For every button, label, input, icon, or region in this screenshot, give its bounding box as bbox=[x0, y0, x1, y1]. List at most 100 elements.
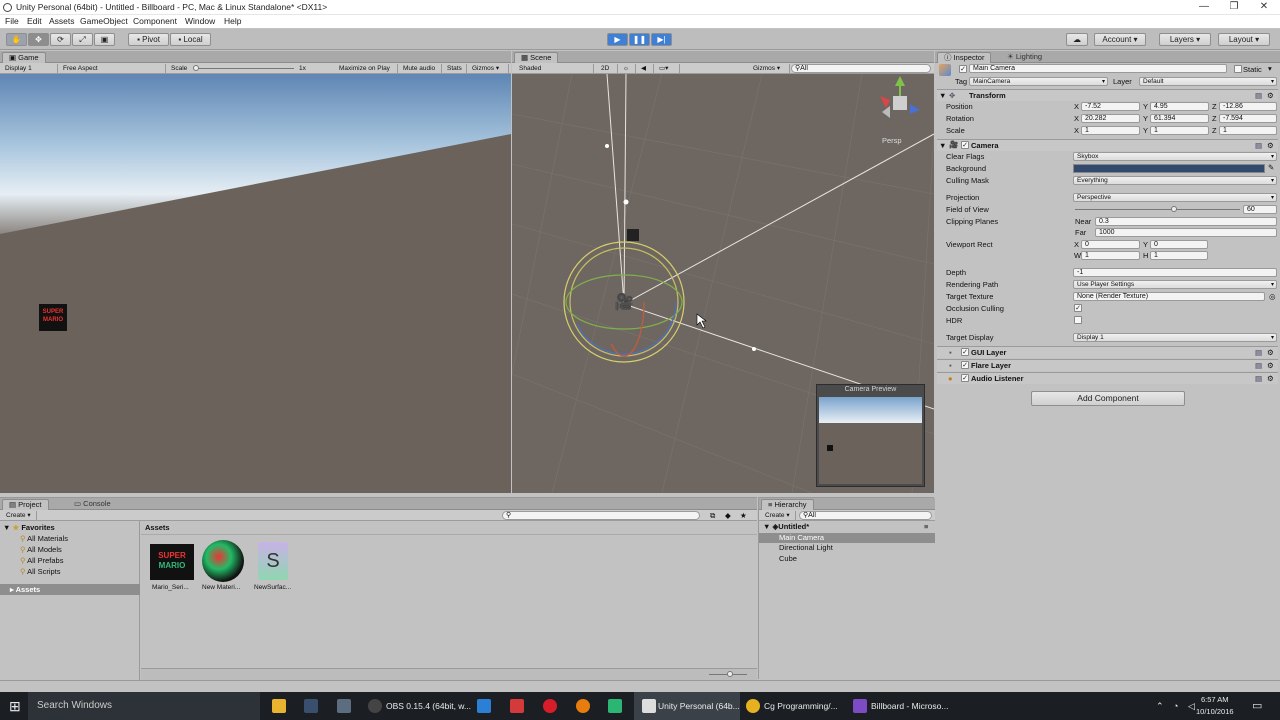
shading-dropdown[interactable]: Shaded bbox=[516, 64, 594, 73]
layout-dropdown[interactable]: Layout ▾ bbox=[1218, 33, 1270, 46]
scene-audio-icon[interactable]: ◀ bbox=[638, 64, 654, 73]
blender-icon[interactable] bbox=[576, 699, 590, 713]
viewport-h-field[interactable]: 1 bbox=[1150, 251, 1208, 260]
tag-dropdown[interactable]: MainCamera bbox=[969, 77, 1108, 86]
menu-file[interactable]: File bbox=[5, 16, 19, 26]
audio-listener-header[interactable]: ● ✓ Audio Listener ▤ ⚙ bbox=[937, 372, 1278, 384]
pivot-toggle[interactable]: ▪ Pivot bbox=[128, 33, 169, 46]
hierarchy-item-selected[interactable]: Main Camera bbox=[759, 533, 935, 543]
asset-shader-thumbnail[interactable]: S bbox=[258, 542, 288, 580]
frustum-handle[interactable] bbox=[752, 347, 756, 351]
rotation-x-field[interactable]: 20.282 bbox=[1081, 114, 1140, 123]
static-dropdown-icon[interactable]: ▾ bbox=[1268, 64, 1272, 73]
taskbar-visual-studio[interactable]: Billboard - Microso... bbox=[871, 692, 948, 720]
play-button[interactable]: ▶ bbox=[607, 33, 628, 46]
scene-viewport[interactable]: 🎥 Persp Camera Preview bbox=[512, 74, 934, 493]
rotate-tool-icon[interactable]: ⟳ bbox=[50, 33, 71, 46]
rotation-z-field[interactable]: -7.594 bbox=[1219, 114, 1277, 123]
menu-edit[interactable]: Edit bbox=[27, 16, 42, 26]
local-toggle[interactable]: ▪ Local bbox=[170, 33, 211, 46]
orientation-gizmo[interactable] bbox=[880, 76, 920, 118]
fov-field[interactable]: 60 bbox=[1243, 205, 1277, 214]
stats-toggle[interactable]: Stats bbox=[444, 64, 467, 73]
gui-layer-checkbox[interactable]: ✓ bbox=[961, 348, 969, 356]
app-cube-icon[interactable] bbox=[477, 699, 491, 713]
viewport-x-field[interactable]: 0 bbox=[1081, 240, 1140, 249]
tab-project[interactable]: ▤ Project bbox=[2, 499, 49, 510]
scale-slider[interactable] bbox=[194, 68, 294, 69]
help-book-icon[interactable]: ▤ bbox=[1255, 91, 1262, 100]
tab-scene[interactable]: ▦ Scene bbox=[514, 52, 559, 63]
projection-dropdown[interactable]: Perspective bbox=[1073, 193, 1277, 202]
tab-game[interactable]: ▣ Game bbox=[2, 52, 46, 63]
near-field[interactable]: 0.3 bbox=[1095, 217, 1277, 226]
hand-tool-icon[interactable]: ✋ bbox=[6, 33, 27, 46]
menu-component[interactable]: Component bbox=[133, 16, 177, 26]
scale-z-field[interactable]: 1 bbox=[1219, 126, 1277, 135]
2d-toggle[interactable]: 2D bbox=[598, 64, 618, 73]
rect-tool-icon[interactable]: ▣ bbox=[94, 33, 115, 46]
transform-header[interactable]: ▼ ✥ Transform ▤ ⚙ bbox=[937, 89, 1278, 101]
eyedropper-icon[interactable]: ✎ bbox=[1268, 163, 1274, 172]
viewport-y-field[interactable]: 0 bbox=[1150, 240, 1208, 249]
taskbar-obs[interactable]: OBS 0.15.4 (64bit, w... bbox=[386, 692, 471, 720]
scene-effects-icon[interactable]: ▭▾ bbox=[656, 64, 680, 73]
favorites-header[interactable]: ▼ ★ Favorites bbox=[3, 523, 55, 532]
favorites-item[interactable]: ⚲ All Models bbox=[20, 545, 62, 554]
help-book-icon[interactable]: ▤ bbox=[1255, 348, 1262, 357]
menu-gameobject[interactable]: GameObject bbox=[80, 16, 128, 26]
clock-date[interactable]: 10/10/2016 bbox=[1196, 706, 1234, 720]
account-dropdown[interactable]: Account ▾ bbox=[1094, 33, 1146, 46]
menu-window[interactable]: Window bbox=[185, 16, 215, 26]
frustum-handle[interactable] bbox=[623, 199, 629, 205]
mute-audio-toggle[interactable]: Mute audio bbox=[400, 64, 442, 73]
sourcetree-icon[interactable] bbox=[337, 699, 351, 713]
gui-layer-header[interactable]: ▪ ✓ GUI Layer ▤ ⚙ bbox=[937, 346, 1278, 358]
hierarchy-item[interactable]: Directional Light bbox=[779, 543, 833, 552]
component-gear-icon[interactable]: ⚙ bbox=[1267, 141, 1274, 150]
clear-flags-dropdown[interactable]: Skybox bbox=[1073, 152, 1277, 161]
favorite-star-icon[interactable]: ★ bbox=[740, 511, 747, 520]
component-gear-icon[interactable]: ⚙ bbox=[1267, 348, 1274, 357]
aspect-dropdown[interactable]: Free Aspect bbox=[60, 64, 166, 73]
flare-layer-header[interactable]: ▪ ✓ Flare Layer ▤ ⚙ bbox=[937, 359, 1278, 371]
gameobject-active-checkbox[interactable]: ✓ bbox=[959, 65, 967, 73]
gameobject-name-field[interactable]: Main Camera bbox=[969, 64, 1227, 73]
tab-inspector[interactable]: ⓘ Inspector bbox=[937, 52, 992, 63]
position-z-field[interactable]: -12.86 bbox=[1219, 102, 1277, 111]
chrome-icon[interactable] bbox=[746, 699, 760, 713]
camera-icon[interactable]: 🎥 bbox=[614, 292, 634, 311]
filter-type-icon[interactable]: ⧉ bbox=[710, 511, 715, 521]
fov-slider-thumb[interactable] bbox=[1171, 206, 1177, 212]
heart-app-icon[interactable] bbox=[510, 699, 524, 713]
position-x-field[interactable]: -7.52 bbox=[1081, 102, 1140, 111]
hierarchy-create-dropdown[interactable]: Create ▾ bbox=[762, 511, 796, 520]
target-texture-field[interactable]: None (Render Texture) bbox=[1073, 292, 1265, 301]
cloud-button[interactable]: ☁ bbox=[1066, 33, 1088, 46]
clock-time[interactable]: 6:57 AM bbox=[1201, 692, 1229, 706]
position-y-field[interactable]: 4.95 bbox=[1150, 102, 1209, 111]
maximize-button[interactable]: ❐ bbox=[1218, 0, 1250, 15]
maximize-on-play-toggle[interactable]: Maximize on Play bbox=[336, 64, 398, 73]
project-create-dropdown[interactable]: Create ▾ bbox=[3, 511, 37, 520]
scale-x-field[interactable]: 1 bbox=[1081, 126, 1140, 135]
scene-menu-icon[interactable]: ≡ bbox=[924, 522, 928, 531]
add-component-button[interactable]: Add Component bbox=[1031, 391, 1185, 406]
frustum-handle[interactable] bbox=[605, 144, 609, 148]
tab-hierarchy[interactable]: ≡ Hierarchy bbox=[761, 499, 814, 510]
persp-label[interactable]: Persp bbox=[882, 136, 902, 145]
help-book-icon[interactable]: ▤ bbox=[1255, 141, 1262, 150]
hierarchy-item[interactable]: Cube bbox=[779, 554, 797, 563]
rotation-y-field[interactable]: 61.394 bbox=[1150, 114, 1209, 123]
favorites-item[interactable]: ⚲ All Prefabs bbox=[20, 556, 63, 565]
hdr-checkbox[interactable] bbox=[1074, 316, 1082, 324]
asset-mario-thumbnail[interactable]: SUPER MARIO bbox=[150, 544, 194, 580]
game-gizmos-dropdown[interactable]: Gizmos ▾ bbox=[469, 64, 509, 73]
steam-icon[interactable] bbox=[304, 699, 318, 713]
scene-lighting-icon[interactable]: ☼ bbox=[620, 64, 636, 73]
volume-icon[interactable]: ◁ bbox=[1188, 692, 1195, 720]
minimize-button[interactable]: — bbox=[1188, 0, 1220, 15]
notifications-icon[interactable]: ▭ bbox=[1252, 692, 1262, 720]
camera-enabled-checkbox[interactable]: ✓ bbox=[961, 141, 969, 149]
menu-help[interactable]: Help bbox=[224, 16, 241, 26]
